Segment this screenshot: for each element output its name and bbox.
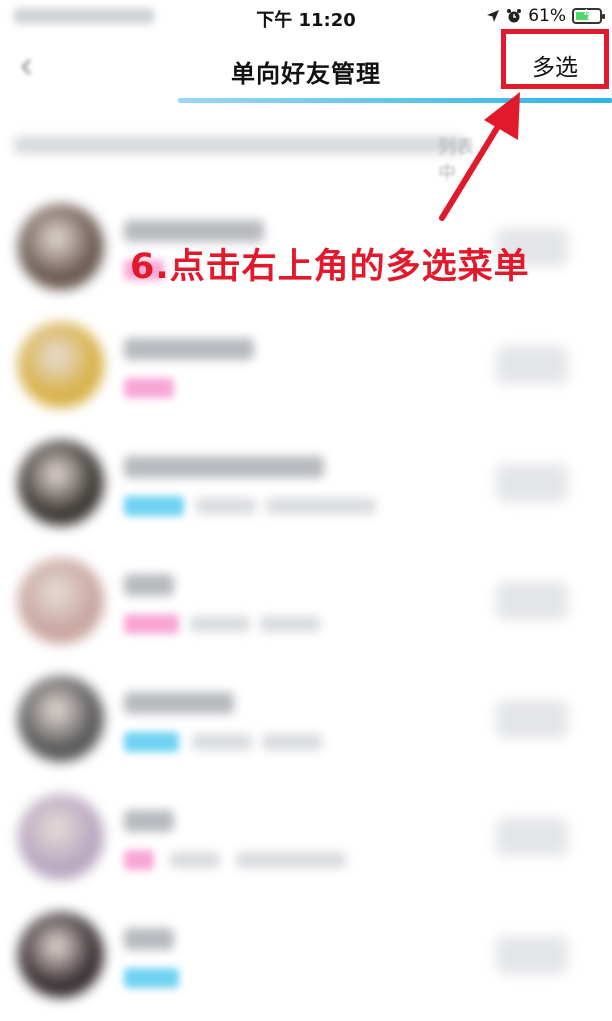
location-arrow-icon	[486, 9, 500, 23]
friend-detail	[260, 616, 320, 632]
avatar[interactable]	[18, 676, 104, 762]
gender-age-tag	[124, 378, 174, 398]
friend-row[interactable]	[0, 426, 612, 544]
gender-age-tag	[124, 732, 179, 752]
multi-select-button[interactable]: 多选	[501, 29, 609, 89]
friend-name	[124, 574, 174, 596]
friend-row[interactable]	[0, 780, 612, 898]
friend-name	[124, 810, 174, 832]
avatar[interactable]	[18, 794, 104, 880]
friend-name	[124, 692, 234, 714]
charging-bolt-icon: ϟ	[583, 8, 592, 23]
avatar[interactable]	[18, 322, 104, 408]
friend-detail	[190, 616, 250, 632]
avatar[interactable]	[18, 204, 104, 290]
screen: 下午 11:20 61% ϟ 单向好友管理 多选 列表中 6.点击右上角的多选菜…	[0, 0, 612, 1021]
friend-action-button[interactable]	[496, 346, 568, 384]
hint-blurred-text	[14, 136, 464, 154]
friend-detail	[262, 734, 322, 750]
alarm-clock-icon	[506, 8, 522, 24]
multi-select-label: 多选	[532, 55, 578, 81]
gender-age-tag	[124, 614, 179, 634]
gender-age-tag	[124, 496, 184, 516]
friend-action-button[interactable]	[496, 936, 568, 974]
friend-action-button[interactable]	[496, 700, 568, 738]
hint-text: 列表中	[14, 136, 484, 184]
avatar[interactable]	[18, 558, 104, 644]
friend-detail	[236, 852, 346, 868]
navigation-bar: 单向好友管理 多选	[0, 29, 612, 104]
annotation-instruction: 6.点击右上角的多选菜单	[130, 247, 530, 287]
friend-name	[124, 928, 174, 950]
friend-action-button[interactable]	[496, 582, 568, 620]
gender-age-tag	[124, 968, 179, 988]
friend-detail	[266, 498, 376, 514]
battery-percent: 61%	[528, 6, 566, 26]
friend-action-button[interactable]	[496, 818, 568, 856]
friend-row[interactable]	[0, 544, 612, 662]
friend-detail	[196, 498, 256, 514]
friend-row[interactable]	[0, 662, 612, 780]
avatar[interactable]	[18, 912, 104, 998]
friend-name	[124, 456, 324, 478]
gender-age-tag	[124, 850, 154, 870]
hint-text-fragment: 列表中	[438, 137, 474, 184]
friend-name	[124, 338, 254, 360]
friend-action-button[interactable]	[496, 464, 568, 502]
status-indicators: 61% ϟ	[486, 6, 605, 26]
friend-row[interactable]	[0, 898, 612, 1016]
friend-detail	[192, 734, 252, 750]
avatar[interactable]	[18, 440, 104, 526]
friend-row[interactable]	[0, 308, 612, 426]
battery-icon: ϟ	[572, 8, 605, 24]
title-underline	[178, 98, 612, 103]
friend-detail	[170, 852, 220, 868]
